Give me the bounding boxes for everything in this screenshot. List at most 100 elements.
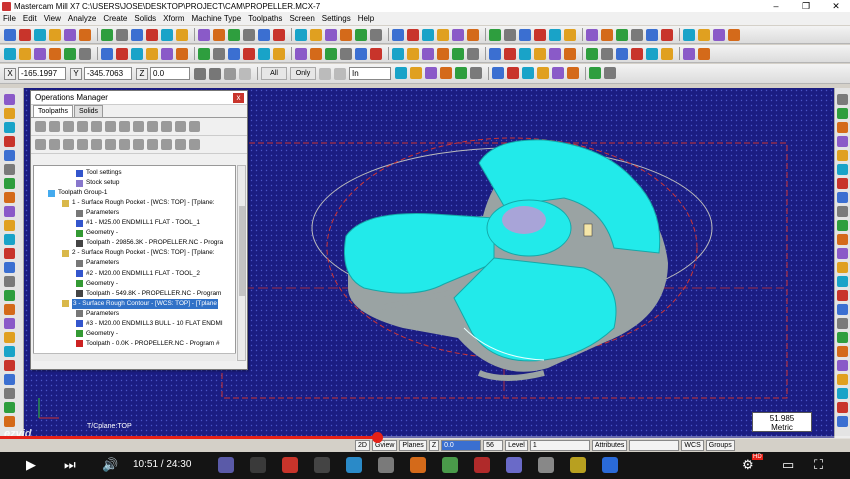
tab-toolpaths[interactable]: Toolpaths [33, 105, 73, 117]
standard-tool-10-icon[interactable] [146, 28, 158, 41]
standard-tool-20-icon[interactable] [310, 28, 322, 41]
create-tool-17-icon[interactable] [258, 47, 270, 60]
create-tool-30-icon[interactable] [467, 47, 479, 60]
right-tool-19-icon[interactable] [837, 346, 848, 357]
menu-machine-type[interactable]: Machine Type [192, 14, 242, 23]
taskbar-app-13-icon[interactable] [602, 457, 618, 473]
standard-tool-21-icon[interactable] [325, 28, 337, 41]
create-tool-41-icon[interactable] [646, 47, 658, 60]
create-tool-13-icon[interactable] [198, 47, 210, 60]
create-tool-15-icon[interactable] [228, 47, 240, 60]
level-field[interactable]: 1 [529, 439, 590, 451]
create-tool-1-icon[interactable] [4, 47, 16, 60]
filter-tool-2-icon[interactable] [410, 67, 422, 79]
attributes-button[interactable]: Attributes [591, 439, 628, 451]
filter-tool-14-icon[interactable] [604, 67, 616, 79]
tree-vertical-scrollbar[interactable] [237, 165, 246, 361]
right-tool-4-icon[interactable] [837, 136, 848, 147]
y-coordinate-field[interactable]: -345.7063 [84, 67, 132, 80]
create-tool-37-icon[interactable] [586, 47, 598, 60]
taskbar-app-4-icon[interactable] [314, 457, 330, 473]
right-tool-22-icon[interactable] [837, 388, 848, 399]
filter-tool-1-icon[interactable] [395, 67, 407, 79]
standard-tool-22-icon[interactable] [340, 28, 352, 41]
chain-select-icon[interactable] [334, 67, 346, 80]
ops-toggle-9-icon[interactable] [147, 139, 158, 150]
right-tool-14-icon[interactable] [837, 276, 848, 287]
standard-tool-19-icon[interactable] [295, 28, 307, 41]
right-tool-21-icon[interactable] [837, 374, 848, 385]
create-tool-20-icon[interactable] [310, 47, 322, 60]
standard-tool-28-icon[interactable] [437, 28, 449, 41]
create-tool-11-icon[interactable] [161, 47, 173, 60]
fast-point-icon[interactable] [194, 67, 206, 80]
tree-horizontal-scrollbar[interactable] [33, 353, 236, 361]
create-tool-27-icon[interactable] [422, 47, 434, 60]
color-field[interactable]: 56 [483, 439, 504, 451]
tree-node[interactable]: 2 - Surface Rough Pocket - [WCS: TOP] - … [62, 248, 215, 258]
create-tool-43-icon[interactable] [683, 47, 695, 60]
wcs-button[interactable]: WCS [681, 439, 704, 451]
tree-node[interactable]: Toolpath - 0.0K - PROPELLER.NC - Program… [76, 339, 220, 349]
left-tool-1-icon[interactable] [4, 94, 15, 105]
level-label[interactable]: Level [505, 439, 528, 451]
ops-action-5-icon[interactable] [91, 121, 102, 132]
standard-tool-32-icon[interactable] [504, 28, 516, 41]
menu-create[interactable]: Create [103, 14, 127, 23]
standard-tool-41-icon[interactable] [646, 28, 658, 41]
ops-toggle-12-icon[interactable] [189, 139, 200, 150]
left-tool-10-icon[interactable] [4, 220, 15, 231]
ops-toggle-10-icon[interactable] [161, 139, 172, 150]
ops-toggle-2-icon[interactable] [49, 139, 60, 150]
left-tool-22-icon[interactable] [4, 388, 15, 399]
right-tool-16-icon[interactable] [837, 304, 848, 315]
filter-tool-9-icon[interactable] [522, 67, 534, 79]
video-scrubber-handle[interactable] [371, 432, 383, 443]
selection-mode-icon[interactable] [319, 67, 331, 80]
filter-tool-10-icon[interactable] [537, 67, 549, 79]
filter-tool-8-icon[interactable] [507, 67, 519, 79]
point-type-icon[interactable] [224, 67, 236, 80]
standard-tool-33-icon[interactable] [519, 28, 531, 41]
create-tool-14-icon[interactable] [213, 47, 225, 60]
taskbar-app-2-icon[interactable] [250, 457, 266, 473]
theater-mode-icon[interactable]: ▭ [782, 457, 794, 473]
standard-tool-7-icon[interactable] [101, 28, 113, 41]
create-tool-39-icon[interactable] [616, 47, 628, 60]
create-tool-33-icon[interactable] [519, 47, 531, 60]
ops-toggle-1-icon[interactable] [35, 139, 46, 150]
menu-toolpaths[interactable]: Toolpaths [248, 14, 282, 23]
x-coordinate-field[interactable]: -165.1997 [18, 67, 66, 80]
taskbar-app-11-icon[interactable] [538, 457, 554, 473]
standard-tool-30-icon[interactable] [467, 28, 479, 41]
create-tool-5-icon[interactable] [64, 47, 76, 60]
ops-action-10-icon[interactable] [161, 121, 172, 132]
ops-toggle-4-icon[interactable] [77, 139, 88, 150]
create-tool-3-icon[interactable] [34, 47, 46, 60]
groups-button[interactable]: Groups [705, 439, 735, 451]
menu-edit[interactable]: Edit [23, 14, 37, 23]
ops-toggle-8-icon[interactable] [133, 139, 144, 150]
standard-tool-27-icon[interactable] [422, 28, 434, 41]
standard-tool-6-icon[interactable] [79, 28, 91, 41]
tree-node[interactable]: Toolpath Group-1 [48, 188, 107, 198]
create-tool-7-icon[interactable] [101, 47, 113, 60]
standard-tool-31-icon[interactable] [489, 28, 501, 41]
menu-analyze[interactable]: Analyze [68, 14, 96, 23]
tree-node[interactable]: #2 - M20.00 ENDMILL1 FLAT - TOOL_2 [76, 269, 200, 279]
line-style-dropdown[interactable] [629, 439, 680, 451]
standard-tool-34-icon[interactable] [534, 28, 546, 41]
taskbar-app-3-icon[interactable] [282, 457, 298, 473]
standard-tool-36-icon[interactable] [564, 28, 576, 41]
standard-tool-17-icon[interactable] [258, 28, 270, 41]
create-tool-32-icon[interactable] [504, 47, 516, 60]
right-tool-1-icon[interactable] [837, 94, 848, 105]
minimize-button[interactable]: – [762, 0, 790, 12]
create-tool-26-icon[interactable] [407, 47, 419, 60]
menu-solids[interactable]: Solids [134, 14, 156, 23]
left-tool-7-icon[interactable] [4, 178, 15, 189]
menu-xform[interactable]: Xform [163, 14, 184, 23]
tree-node[interactable]: Parameters [76, 309, 119, 319]
planes-button[interactable]: Planes [399, 439, 427, 451]
right-tool-3-icon[interactable] [837, 122, 848, 133]
